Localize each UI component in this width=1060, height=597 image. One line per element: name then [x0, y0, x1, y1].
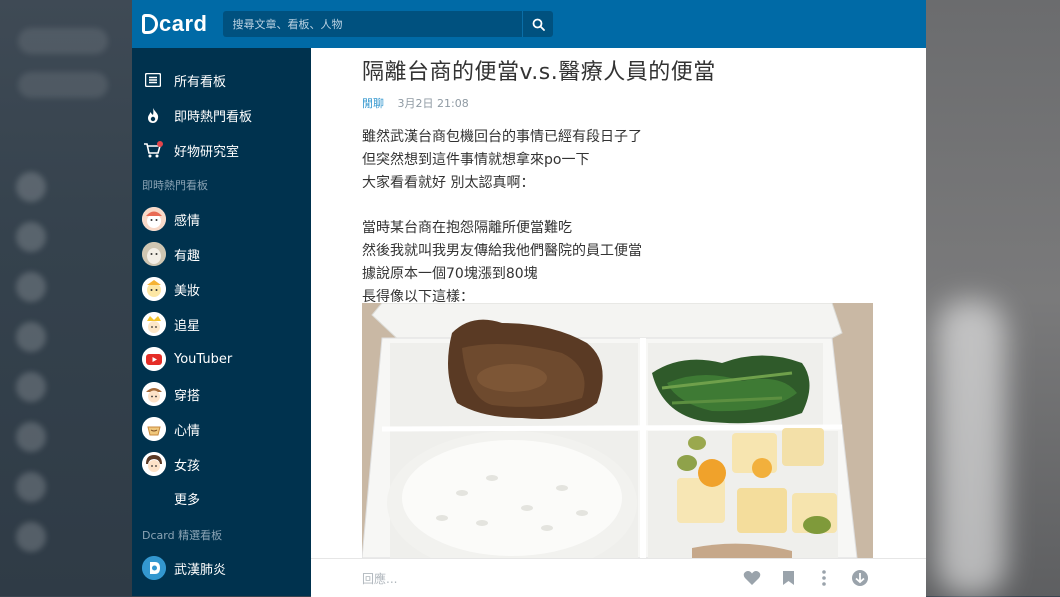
sidebar-item-board-wuhan-pneumonia[interactable]: 武漢肺炎 — [142, 553, 226, 583]
heart-icon — [743, 571, 761, 585]
fire-icon — [142, 104, 164, 126]
board-avatar-icon — [142, 382, 166, 406]
search-icon — [532, 18, 545, 31]
sidebar-item-all-boards[interactable]: 所有看板 — [142, 65, 226, 95]
arrow-down-circle-icon — [852, 570, 868, 586]
bento-box-image — [362, 303, 873, 558]
dcard-logo[interactable]: card — [142, 11, 207, 37]
sidebar-item-label: 穿搭 — [174, 388, 201, 404]
dcard-logo-mark-icon — [142, 14, 158, 34]
sidebar-item-label: YouTuber — [174, 351, 233, 367]
search-button[interactable] — [522, 11, 553, 37]
bookmark-icon — [782, 571, 794, 585]
blur-shape — [16, 422, 46, 452]
sidebar-item-label: 美妝 — [174, 283, 201, 299]
blur-shape — [16, 472, 46, 502]
hot-boards-section-title: 即時熱門看板 — [142, 179, 208, 192]
board-avatar-icon — [142, 556, 166, 580]
post-date: 3月2日 21:08 — [397, 97, 469, 110]
sidebar-item-board-youtuber[interactable]: YouTuber — [142, 344, 232, 374]
sidebar-more-label: 更多 — [174, 492, 201, 508]
sidebar-item-label: 心情 — [174, 423, 201, 439]
sidebar-item-board-makeup[interactable]: 美妝 — [142, 274, 200, 304]
sidebar-item-board-funny[interactable]: 有趣 — [142, 239, 200, 269]
logo-text: card — [159, 11, 208, 36]
sidebar-item-board-idol[interactable]: 追星 — [142, 309, 200, 339]
sidebar-item-label: 好物研究室 — [174, 144, 240, 160]
board-avatar-icon — [142, 312, 166, 336]
blurred-background-left — [0, 0, 132, 596]
reply-input[interactable]: 回應... — [362, 570, 741, 587]
blurred-background-right — [926, 0, 1060, 596]
sidebar: 所有看板 即時熱門看板 好物研究室 即時熱門看板 感情 有趣 美妝 追星 You… — [132, 48, 311, 596]
post-board-link[interactable]: 閒聊 — [362, 97, 384, 110]
top-navigation-bar: card — [132, 0, 926, 48]
sidebar-item-board-mood[interactable]: 心情 — [142, 414, 200, 444]
search-input[interactable] — [223, 10, 523, 38]
more-options-button[interactable] — [813, 567, 835, 589]
post-title: 隔離台商的便當v.s.醫療人員的便當 — [362, 60, 716, 85]
search-box — [223, 10, 554, 38]
board-avatar-icon — [142, 452, 166, 476]
board-avatar-icon — [142, 242, 166, 266]
sidebar-item-board-dressup[interactable]: 穿搭 — [142, 379, 200, 409]
post-meta: 閒聊 3月2日 21:08 — [362, 95, 469, 111]
cart-icon — [142, 139, 164, 161]
sidebar-more-link[interactable]: 更多 — [174, 483, 200, 513]
sidebar-item-board-relationship[interactable]: 感情 — [142, 204, 200, 234]
featured-boards-section-title: Dcard 精選看板 — [142, 529, 223, 542]
sidebar-item-board-girl[interactable]: 女孩 — [142, 449, 200, 479]
sidebar-item-good-stuff-lab[interactable]: 好物研究室 — [142, 135, 239, 165]
blur-shape — [16, 222, 46, 252]
bento-photo[interactable] — [362, 303, 873, 558]
like-button[interactable] — [741, 567, 763, 589]
blur-shape — [16, 322, 46, 352]
board-avatar-icon — [142, 277, 166, 301]
sidebar-item-label: 追星 — [174, 318, 201, 334]
sidebar-item-hot-boards[interactable]: 即時熱門看板 — [142, 100, 252, 130]
blur-shape — [16, 172, 46, 202]
reply-bar: 回應... — [311, 558, 926, 597]
sidebar-item-label: 有趣 — [174, 248, 201, 264]
blur-shape — [16, 522, 46, 552]
sidebar-item-label: 感情 — [174, 213, 201, 229]
sidebar-item-label: 女孩 — [174, 458, 201, 474]
board-avatar-icon — [142, 417, 166, 441]
post-body: 雖然武漢台商包機回台的事情已經有段日子了 但突然想到這件事情就想拿來po一下 大… — [362, 129, 642, 305]
sidebar-item-label: 所有看板 — [174, 74, 227, 90]
blur-shape — [18, 28, 108, 54]
list-icon — [142, 69, 164, 91]
blur-shape — [16, 372, 46, 402]
more-vertical-icon — [822, 570, 826, 586]
post-article: 隔離台商的便當v.s.醫療人員的便當 閒聊 3月2日 21:08 雖然武漢台商包… — [311, 48, 926, 597]
sidebar-item-label: 即時熱門看板 — [174, 109, 253, 125]
sidebar-item-label: 武漢肺炎 — [174, 562, 227, 578]
bookmark-button[interactable] — [777, 567, 799, 589]
blur-shape — [16, 272, 46, 302]
blur-shape — [18, 72, 108, 98]
board-avatar-icon — [142, 207, 166, 231]
youtube-icon — [142, 347, 166, 371]
blur-shape — [936, 300, 1006, 596]
scroll-down-button[interactable] — [849, 567, 871, 589]
